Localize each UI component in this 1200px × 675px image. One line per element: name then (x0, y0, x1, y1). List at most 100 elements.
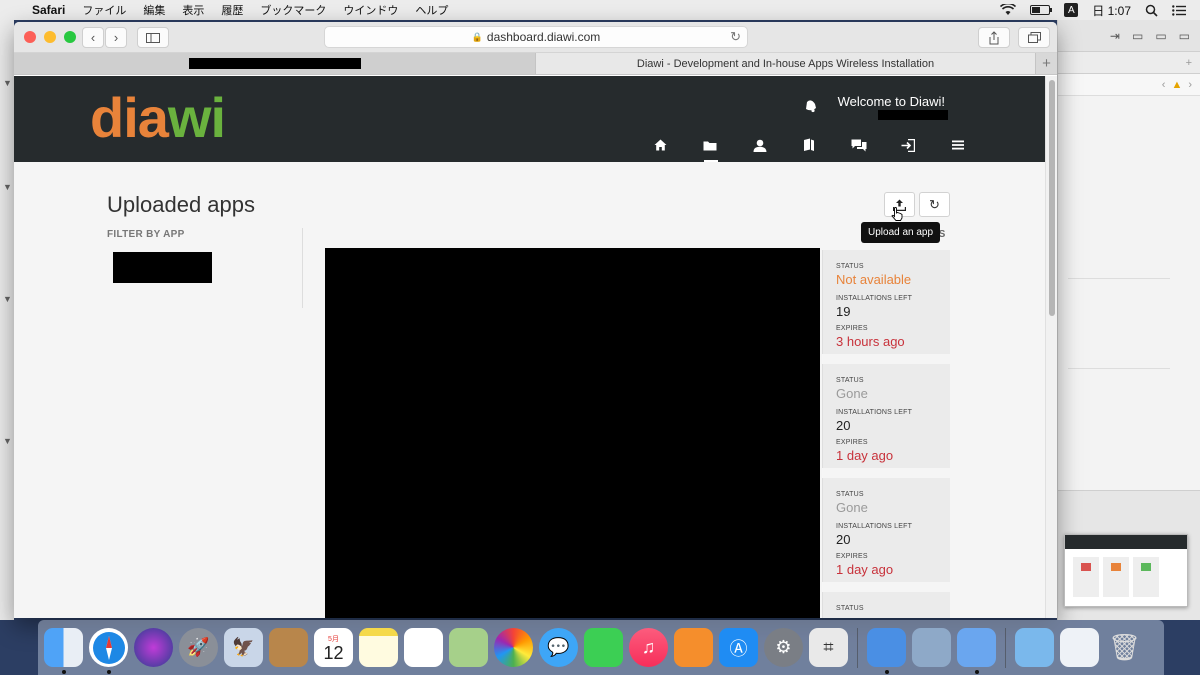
notes-icon[interactable] (359, 628, 398, 667)
sidebar-left-icon[interactable]: ▭ (1132, 29, 1143, 43)
chevron-left-icon: ‹ (90, 30, 96, 45)
upload-card[interactable]: STATUS Not available INSTALLATIONS LEFT … (822, 250, 950, 354)
nav-docs[interactable] (785, 134, 835, 156)
thumbnail-card (1103, 557, 1129, 597)
forward-button[interactable]: › (105, 27, 127, 48)
share-button[interactable] (978, 27, 1010, 48)
app-store-icon[interactable]: Ⓐ (719, 628, 758, 667)
menu-app-name[interactable]: Safari (32, 3, 65, 17)
background-window-jumpbar: ‹ ▲ › (1058, 74, 1200, 96)
refresh-button[interactable]: ↻ (919, 192, 950, 217)
window-controls (24, 31, 76, 43)
status-label: STATUS (836, 377, 864, 384)
page-scrollbar[interactable] (1045, 76, 1057, 618)
upload-card[interactable]: STATUS Gone INSTALLATIONS LEFT 20 EXPIRE… (822, 364, 950, 468)
screenshot-thumbnail[interactable] (1064, 534, 1188, 607)
tab-redacted[interactable] (14, 53, 536, 74)
books-icon[interactable] (674, 628, 713, 667)
notification-center-icon[interactable] (1172, 4, 1186, 16)
expires-label: EXPIRES (836, 553, 868, 560)
back-button[interactable]: ‹ (82, 27, 104, 48)
nav-menu[interactable] (933, 134, 983, 156)
finder-icon[interactable] (44, 628, 83, 674)
upload-card[interactable]: STATUS Gone INSTALLATIONS LEFT 20 EXPIRE… (822, 478, 950, 582)
plus-icon[interactable]: + (1186, 57, 1192, 69)
upload-card[interactable]: STATUS (822, 592, 950, 618)
menu-help[interactable]: ヘルプ (415, 2, 448, 18)
menu-window[interactable]: ウインドウ (343, 2, 398, 18)
folder-icon (703, 141, 717, 150)
chevron-left-icon[interactable]: ‹ (1162, 79, 1166, 91)
music-icon[interactable]: ♫ (629, 628, 668, 667)
redacted-app-filter[interactable] (113, 252, 212, 283)
menu-bookmarks[interactable]: ブックマーク (260, 2, 326, 18)
input-source-icon[interactable]: A (1064, 3, 1079, 17)
trash-icon[interactable]: 🗑 (1105, 628, 1144, 667)
nav-account[interactable] (735, 134, 785, 156)
contacts-icon[interactable] (269, 628, 308, 667)
nav-apps[interactable] (686, 134, 736, 162)
reload-icon[interactable]: ↻ (730, 29, 741, 45)
facetime-icon[interactable] (584, 628, 623, 667)
site-header: diawi Welcome to Diawi! (14, 76, 1045, 162)
tab-diawi[interactable]: Diawi - Development and In-house Apps Wi… (536, 53, 1036, 74)
menu-view[interactable]: 表示 (182, 2, 204, 18)
downloads-folder-icon[interactable] (1015, 628, 1054, 667)
dock-separator (857, 627, 858, 668)
preview-app-icon[interactable]: 🦅 (224, 628, 263, 667)
menu-clock[interactable]: 日 1:07 (1092, 2, 1131, 19)
menu-file[interactable]: ファイル (82, 2, 126, 18)
forward-icon[interactable]: ⇥ (1110, 29, 1120, 43)
wifi-icon[interactable] (1000, 4, 1017, 16)
installations-left-value: 20 (836, 532, 851, 547)
system-preferences-icon[interactable]: ⚙ (764, 628, 803, 667)
close-window-button[interactable] (24, 31, 36, 43)
minimize-window-button[interactable] (44, 31, 56, 43)
menu-history[interactable]: 履歴 (221, 2, 243, 18)
status-value: Gone (836, 500, 868, 515)
battery-icon[interactable] (1030, 5, 1053, 15)
calendar-icon[interactable]: 5月 12 (314, 628, 353, 667)
nav-logout[interactable] (884, 134, 934, 156)
recent-docs-icon[interactable] (1060, 628, 1099, 667)
image-capture-icon[interactable] (912, 628, 951, 667)
panel-bottom-icon[interactable]: ▭ (1155, 29, 1166, 43)
chevron-right-icon[interactable]: › (1188, 79, 1192, 91)
address-bar[interactable]: 🔒 dashboard.diawi.com ↻ (324, 26, 748, 48)
divider (1068, 368, 1170, 369)
installations-left-value: 20 (836, 418, 851, 433)
bell-icon[interactable] (804, 99, 818, 113)
safari-icon[interactable] (89, 628, 128, 674)
sidebar-divider (302, 228, 303, 308)
lock-icon: 🔒 (471, 31, 483, 42)
siri-icon[interactable] (134, 628, 173, 667)
sidebar-right-icon[interactable]: ▭ (1179, 29, 1190, 43)
scrollbar-thumb[interactable] (1049, 80, 1055, 316)
nav-home[interactable] (636, 134, 686, 156)
photos-icon[interactable] (494, 628, 533, 667)
xcode-icon[interactable] (867, 628, 906, 674)
screenshot-app-icon[interactable]: ⌗ (809, 628, 848, 667)
menu-edit[interactable]: 編集 (143, 2, 165, 18)
sidebar-button[interactable] (137, 27, 169, 48)
zoom-window-button[interactable] (64, 31, 76, 43)
dock: 🚀 🦅 5月 12 💬 ♫ Ⓐ ⚙ ⌗ 🗑 (38, 620, 1164, 675)
simulator-icon[interactable] (957, 628, 996, 674)
expires-value: 1 day ago (836, 562, 894, 577)
messages-icon[interactable]: 💬 (539, 628, 578, 667)
reminders-icon[interactable] (404, 628, 443, 667)
warning-icon[interactable]: ▲ (1171, 79, 1182, 91)
expires-value: 3 hours ago (836, 334, 905, 349)
spotlight-icon[interactable] (1145, 4, 1158, 17)
new-tab-button[interactable]: + (1036, 53, 1057, 74)
launchpad-icon[interactable]: 🚀 (179, 628, 218, 667)
home-icon (654, 139, 667, 151)
diawi-logo[interactable]: diawi (90, 88, 226, 148)
background-window-toolbar: ⇥ ▭ ▭ ▭ (1058, 20, 1200, 52)
show-all-tabs-button[interactable] (1018, 27, 1050, 48)
dock-separator (1005, 627, 1006, 668)
maps-icon[interactable] (449, 628, 488, 667)
disclosure-triangle-icon: ▼ (3, 78, 12, 88)
nav-support[interactable] (834, 134, 884, 156)
hand-cursor-icon (891, 207, 903, 221)
